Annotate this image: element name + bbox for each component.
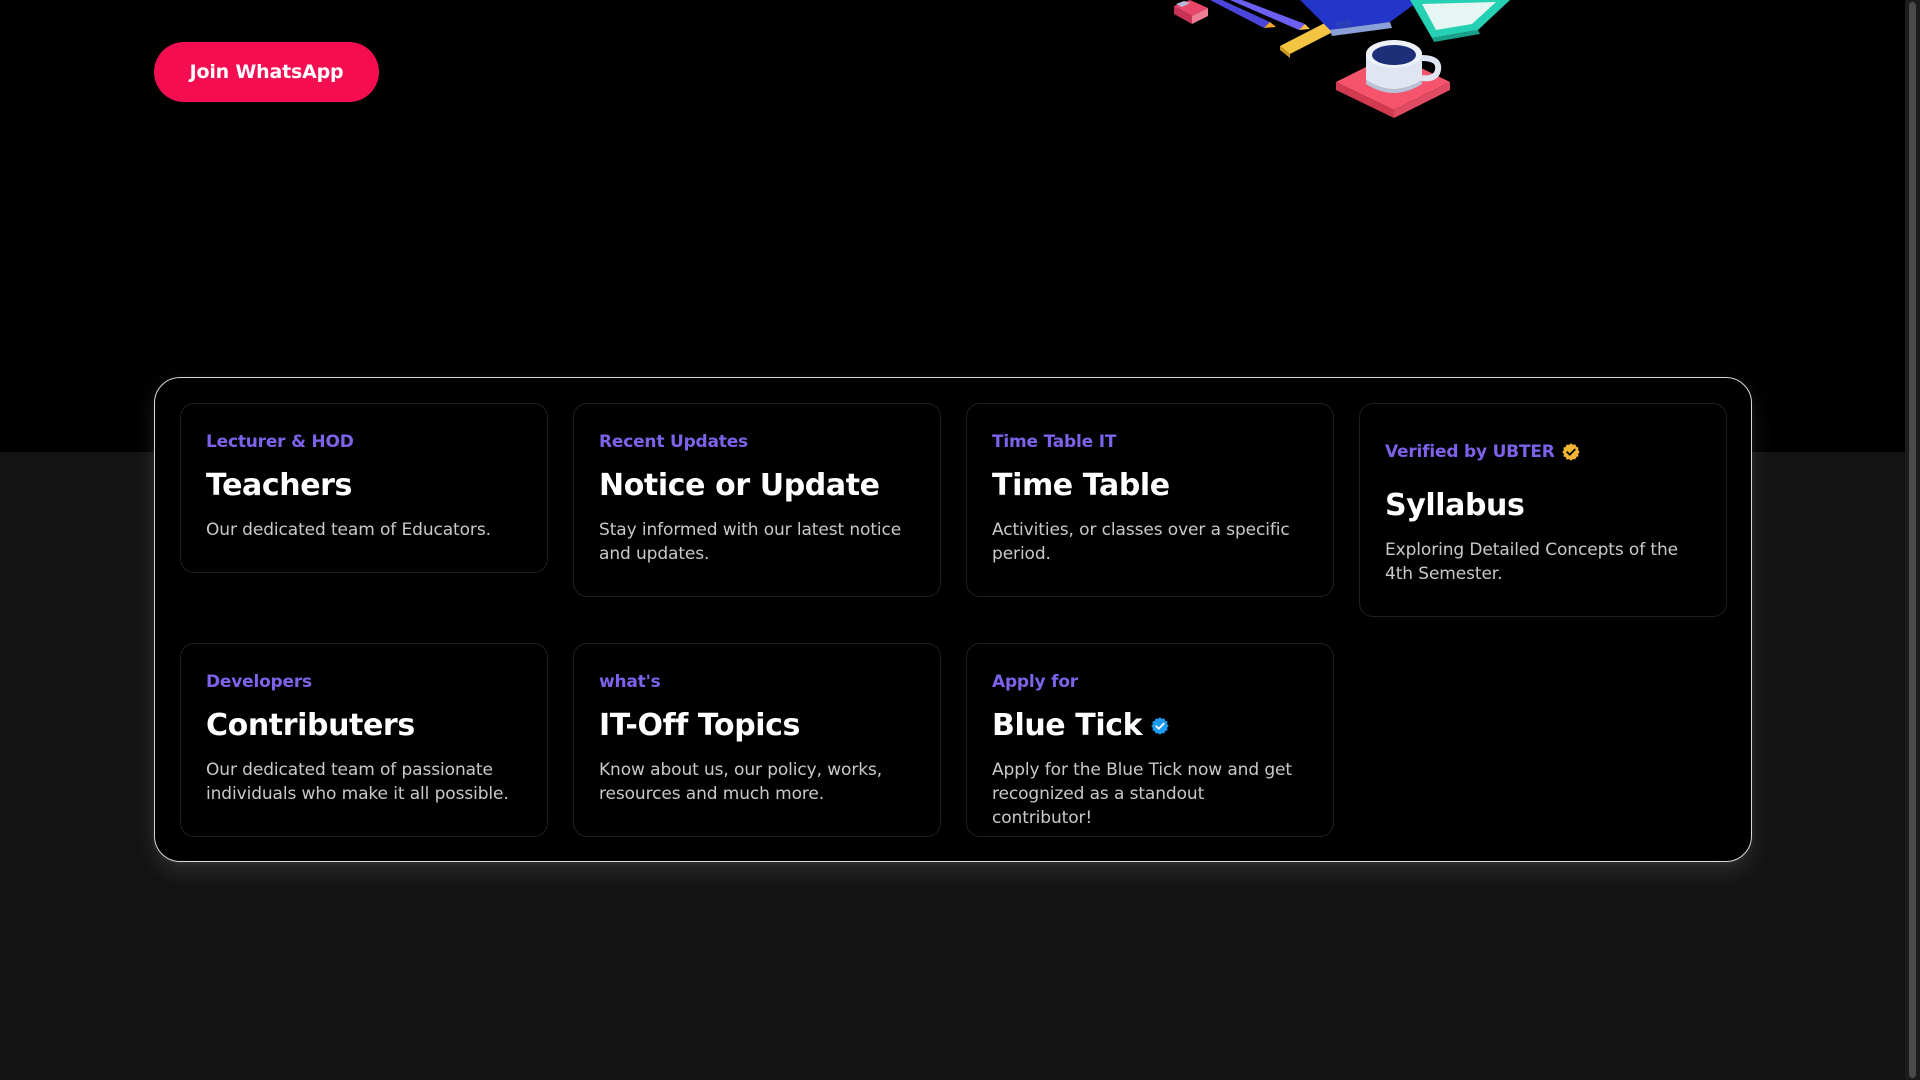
card-title: Syllabus [1385, 488, 1525, 523]
card-title: IT-Off Topics [599, 708, 801, 743]
join-whatsapp-button[interactable]: Join WhatsApp [154, 42, 379, 102]
card-title: Notice or Update [599, 468, 880, 503]
blue-verified-badge-icon [1151, 717, 1169, 735]
card-eyebrow: Time Table IT [992, 432, 1117, 452]
card-it-off-topics[interactable]: what's IT-Off Topics Know about us, our … [573, 643, 941, 837]
card-description: Our dedicated team of passionate individ… [206, 760, 509, 804]
card-eyebrow: Verified by UBTER [1385, 440, 1701, 464]
card-title: Teachers [206, 468, 353, 503]
card-description: Apply for the Blue Tick now and get reco… [992, 760, 1292, 828]
gold-verified-badge-icon [1561, 443, 1580, 461]
card-description: Stay informed with our latest notice and… [599, 520, 902, 564]
card-time-table[interactable]: Time Table IT Time Table Activities, or … [966, 403, 1334, 597]
vertical-scrollbar[interactable] [1905, 0, 1920, 1080]
card-description: Our dedicated team of Educators. [206, 520, 491, 540]
card-notice-or-update[interactable]: Recent Updates Notice or Update Stay inf… [573, 403, 941, 597]
features-panel: Lecturer & HOD Teachers Our dedicated te… [154, 377, 1752, 862]
card-blue-tick[interactable]: Apply for Blue Tick Apply for the Blue T… [966, 643, 1334, 837]
card-eyebrow: Lecturer & HOD [206, 432, 354, 452]
card-syllabus[interactable]: Verified by UBTER Syllabus Exploring Det… [1359, 403, 1727, 617]
card-description: Exploring Detailed Concepts of the 4th S… [1385, 540, 1678, 584]
scrollbar-thumb[interactable] [1909, 2, 1916, 1078]
card-eyebrow: Developers [206, 672, 312, 692]
card-title: Contributers [206, 708, 415, 743]
card-eyebrow: Recent Updates [599, 432, 748, 452]
card-eyebrow: what's [599, 672, 661, 692]
card-description: Know about us, our policy, works, resour… [599, 760, 883, 804]
desk-illustration [1174, 0, 1510, 118]
card-title: Time Table [992, 468, 1170, 503]
card-teachers[interactable]: Lecturer & HOD Teachers Our dedicated te… [180, 403, 548, 573]
card-eyebrow: Apply for [992, 672, 1078, 692]
card-title: Blue Tick [992, 706, 1308, 746]
card-description: Activities, or classes over a specific p… [992, 520, 1290, 564]
card-contributers[interactable]: Developers Contributers Our dedicated te… [180, 643, 548, 837]
